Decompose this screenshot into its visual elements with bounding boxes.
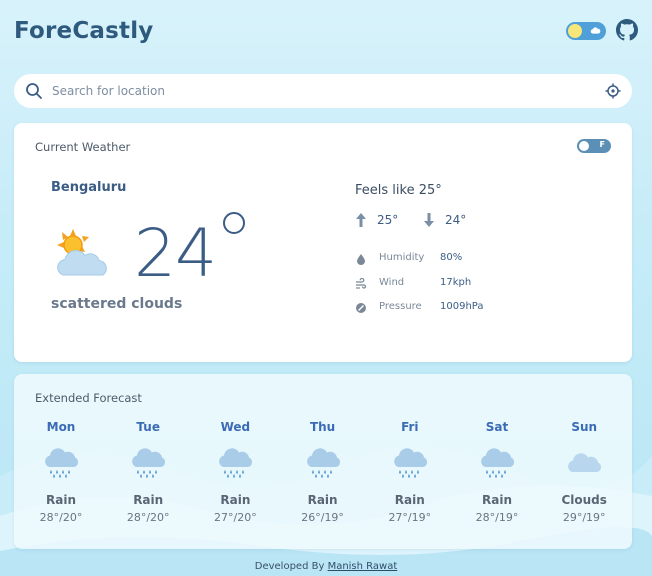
forecast-temps: 28°/19°	[475, 511, 519, 524]
arrow-down-icon	[424, 213, 434, 227]
min-temperature: 24°	[445, 213, 467, 227]
wind-icon	[356, 278, 367, 289]
forecast-condition: Rain	[307, 493, 338, 507]
forecast-temps: 26°/19°	[301, 511, 344, 524]
arrow-up-icon	[356, 213, 366, 227]
current-weather-card: Current Weather F Bengaluru 24 scattered…	[14, 123, 632, 362]
forecast-day-wed: Wed Rain 27°/20°	[200, 420, 270, 524]
current-weather-title: Current Weather	[35, 140, 131, 154]
extended-forecast-title: Extended Forecast	[35, 391, 142, 405]
gauge-icon	[356, 303, 366, 313]
author-link[interactable]: Manish Rawat	[328, 561, 398, 572]
rain-cloud-icon	[481, 448, 515, 478]
extended-forecast-card: Extended Forecast Mon Rain 28°/20° Tue Rain 2…	[14, 374, 632, 549]
forecast-day-mon: Mon Rain 28°/20°	[26, 420, 96, 524]
forecast-day-sat: Sat Rain 28°/19°	[462, 420, 532, 524]
cloud-icon	[568, 453, 602, 472]
pressure-value: 1009hPa	[440, 301, 484, 312]
current-location-icon[interactable]	[605, 83, 621, 99]
forecast-day-name: Mon	[46, 420, 76, 434]
city-name: Bengaluru	[51, 180, 127, 195]
rain-cloud-icon	[393, 448, 427, 478]
droplet-icon	[357, 254, 365, 265]
sun-icon	[568, 24, 582, 38]
forecast-condition: Rain	[220, 493, 251, 507]
search-bar	[14, 74, 632, 108]
max-temperature: 25°	[377, 213, 399, 227]
forecast-condition: Rain	[46, 493, 76, 507]
forecast-condition: Rain	[394, 493, 425, 507]
forecast-condition: Rain	[482, 493, 512, 507]
weather-description: scattered clouds	[51, 296, 183, 312]
theme-toggle[interactable]	[566, 22, 606, 40]
forecast-day-name: Sat	[485, 420, 509, 434]
app-logo[interactable]: ForeCastly	[14, 18, 153, 44]
forecast-temps: 29°/19°	[562, 511, 606, 524]
rain-cloud-icon	[132, 448, 166, 478]
degree-symbol	[223, 212, 245, 234]
humidity-value: 80%	[440, 252, 463, 263]
wind-label: Wind	[379, 277, 405, 288]
forecast-day-name: Sun	[571, 420, 598, 434]
app-header: ForeCastly	[14, 14, 638, 54]
pressure-label: Pressure	[379, 301, 422, 312]
unit-toggle[interactable]: F	[577, 139, 611, 153]
partly-cloudy-icon	[57, 229, 107, 276]
forecast-temps: 27°/19°	[388, 511, 432, 524]
forecast-day-thu: Thu Rain 26°/19°	[288, 420, 358, 524]
forecast-day-name: Tue	[136, 420, 160, 434]
rain-cloud-icon	[45, 448, 79, 478]
forecast-day-name: Thu	[309, 420, 336, 434]
wind-value: 17kph	[440, 277, 472, 288]
forecast-day-fri: Fri Rain 27°/19°	[375, 420, 445, 524]
footer-prefix: Developed By	[254, 561, 325, 572]
forecast-day-name: Fri	[401, 420, 419, 434]
search-icon[interactable]	[25, 82, 43, 100]
cloud-icon	[590, 27, 601, 34]
current-temperature: 24	[134, 215, 217, 292]
rain-cloud-icon	[306, 448, 340, 478]
forecast-temps: 27°/20°	[214, 511, 257, 524]
search-input[interactable]	[52, 74, 592, 108]
feels-like: Feels like 25°	[355, 183, 442, 198]
rain-cloud-icon	[219, 448, 253, 478]
github-icon[interactable]	[616, 19, 638, 41]
forecast-day-sun: Sun Clouds 29°/19°	[549, 420, 619, 524]
footer: Developed By Manish Rawat	[0, 561, 652, 572]
forecast-temps: 28°/20°	[39, 511, 83, 524]
forecast-condition: Clouds	[561, 493, 607, 507]
forecast-condition: Rain	[133, 493, 164, 507]
forecast-day-name: Wed	[220, 420, 251, 434]
forecast-day-tue: Tue Rain 28°/20°	[113, 420, 183, 524]
unit-toggle-knob	[579, 141, 589, 151]
unit-toggle-label: F	[599, 140, 605, 149]
forecast-temps: 28°/20°	[126, 511, 170, 524]
humidity-label: Humidity	[379, 252, 425, 263]
